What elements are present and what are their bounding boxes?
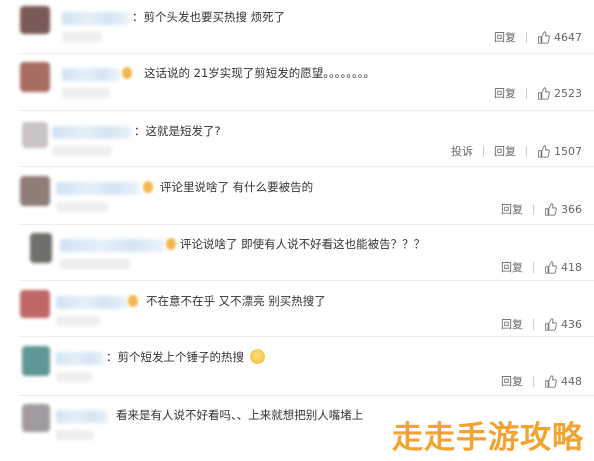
reply-button[interactable]: 回复: [494, 29, 516, 45]
comment-text: 看来是有人说不好看吗、、上来就想把别人嘴堵上: [116, 408, 364, 422]
blurred-text: [56, 202, 108, 212]
thumbs-up-icon: [538, 86, 550, 100]
divider: [18, 53, 594, 54]
blurred-text: [56, 430, 94, 440]
username-blurred[interactable]: [62, 12, 130, 25]
comment-text: 不在意不在乎 又不漂亮 别买热搜了: [146, 294, 326, 308]
avatar[interactable]: [22, 404, 50, 432]
divider: [526, 31, 527, 43]
avatar[interactable]: [20, 6, 50, 34]
divider: [533, 261, 534, 273]
like-count: 418: [561, 260, 582, 274]
reply-button[interactable]: 回复: [501, 316, 523, 332]
thumbs-up-icon: [545, 374, 557, 388]
like-count: 2523: [554, 86, 582, 100]
avatar[interactable]: [30, 233, 52, 263]
like-count: 436: [561, 317, 582, 331]
username-blurred[interactable]: [62, 68, 120, 81]
thumbs-up-icon: [538, 144, 550, 158]
like-button[interactable]: 1507: [537, 145, 582, 158]
comment-row: ：剪个头发也要买热搜 烦死了 回复 4647: [0, 6, 594, 63]
like-button[interactable]: 448: [544, 375, 582, 388]
badge-icon: [143, 181, 153, 193]
badge-icon: [122, 67, 132, 79]
username-blurred[interactable]: [56, 410, 108, 423]
divider: [533, 318, 534, 330]
reply-button[interactable]: 回复: [494, 85, 516, 101]
like-button[interactable]: 418: [544, 261, 582, 274]
reply-button[interactable]: 回复: [494, 143, 516, 159]
comment-text: 这话说的 21岁实现了剪短发的愿望。。。。。。。。: [144, 66, 376, 80]
avatar[interactable]: [22, 346, 50, 376]
comment-actions: 回复 4647: [494, 29, 582, 45]
badge-icon: [128, 295, 138, 307]
comment-text-content: ：剪个短发上个锤子的热搜: [106, 350, 244, 364]
divider: [533, 203, 534, 215]
divider: [18, 166, 594, 167]
reply-button[interactable]: 回复: [501, 259, 523, 275]
divider: [18, 110, 594, 111]
comment-text: ：剪个短发上个锤子的热搜: [106, 349, 265, 365]
comment-row: 不在意不在乎 又不漂亮 别买热搜了 回复 436: [0, 290, 594, 347]
blurred-text: [56, 372, 92, 382]
divider: [18, 280, 594, 281]
report-button[interactable]: 投诉: [451, 143, 473, 159]
thumbs-up-icon: [545, 317, 557, 331]
thumbs-up-icon: [538, 30, 550, 44]
divider: [18, 395, 594, 396]
like-count: 448: [561, 374, 582, 388]
thumbs-up-icon: [545, 202, 557, 216]
avatar[interactable]: [20, 176, 50, 206]
divider: [526, 145, 527, 157]
like-count: 366: [561, 202, 582, 216]
avatar[interactable]: [20, 290, 50, 318]
blurred-text: [62, 32, 102, 42]
username-blurred[interactable]: [56, 352, 104, 365]
username-blurred[interactable]: [60, 239, 164, 252]
like-button[interactable]: 436: [544, 318, 582, 331]
comment-text: 评论里说啥了 有什么要被告的: [160, 180, 314, 194]
watermark: 走走手游攻略: [392, 420, 584, 456]
divider: [526, 87, 527, 99]
thumbs-up-icon: [545, 260, 557, 274]
username-blurred[interactable]: [52, 126, 132, 139]
comment-actions: 回复 366: [501, 201, 582, 217]
comment-actions: 回复 2523: [494, 85, 582, 101]
comment-row: 评论说啥了 即使有人说不好看这也能被告？？？ 回复 418: [0, 233, 594, 290]
blurred-text: [56, 316, 100, 326]
comment-actions: 回复 436: [501, 316, 582, 332]
like-button[interactable]: 4647: [537, 31, 582, 44]
reply-button[interactable]: 回复: [501, 201, 523, 217]
like-button[interactable]: 2523: [537, 87, 582, 100]
username-blurred[interactable]: [56, 296, 128, 309]
divider: [533, 375, 534, 387]
divider: [18, 336, 594, 337]
blurred-text: [60, 259, 130, 269]
like-count: 1507: [554, 144, 582, 158]
like-button[interactable]: 366: [544, 203, 582, 216]
comment-actions: 回复 418: [501, 259, 582, 275]
like-count: 4647: [554, 30, 582, 44]
comment-actions: 回复 448: [501, 373, 582, 389]
reply-button[interactable]: 回复: [501, 373, 523, 389]
username-blurred[interactable]: [56, 182, 140, 195]
comment-row: ：这就是短发了? 投诉 回复 1507: [0, 120, 594, 177]
comment-text: ：这就是短发了?: [134, 124, 221, 138]
avatar[interactable]: [22, 122, 48, 148]
comment-actions: 投诉 回复 1507: [451, 143, 582, 159]
blurred-text: [62, 88, 110, 98]
avatar[interactable]: [20, 62, 50, 92]
divider: [18, 224, 594, 225]
blurred-text: [52, 146, 112, 156]
emoji-icon: [249, 349, 265, 364]
comment-text: ：剪个头发也要买热搜 烦死了: [132, 10, 286, 24]
divider: [483, 145, 484, 157]
badge-icon: [166, 238, 176, 250]
comment-text: 评论说啥了 即使有人说不好看这也能被告？？？: [180, 237, 426, 251]
